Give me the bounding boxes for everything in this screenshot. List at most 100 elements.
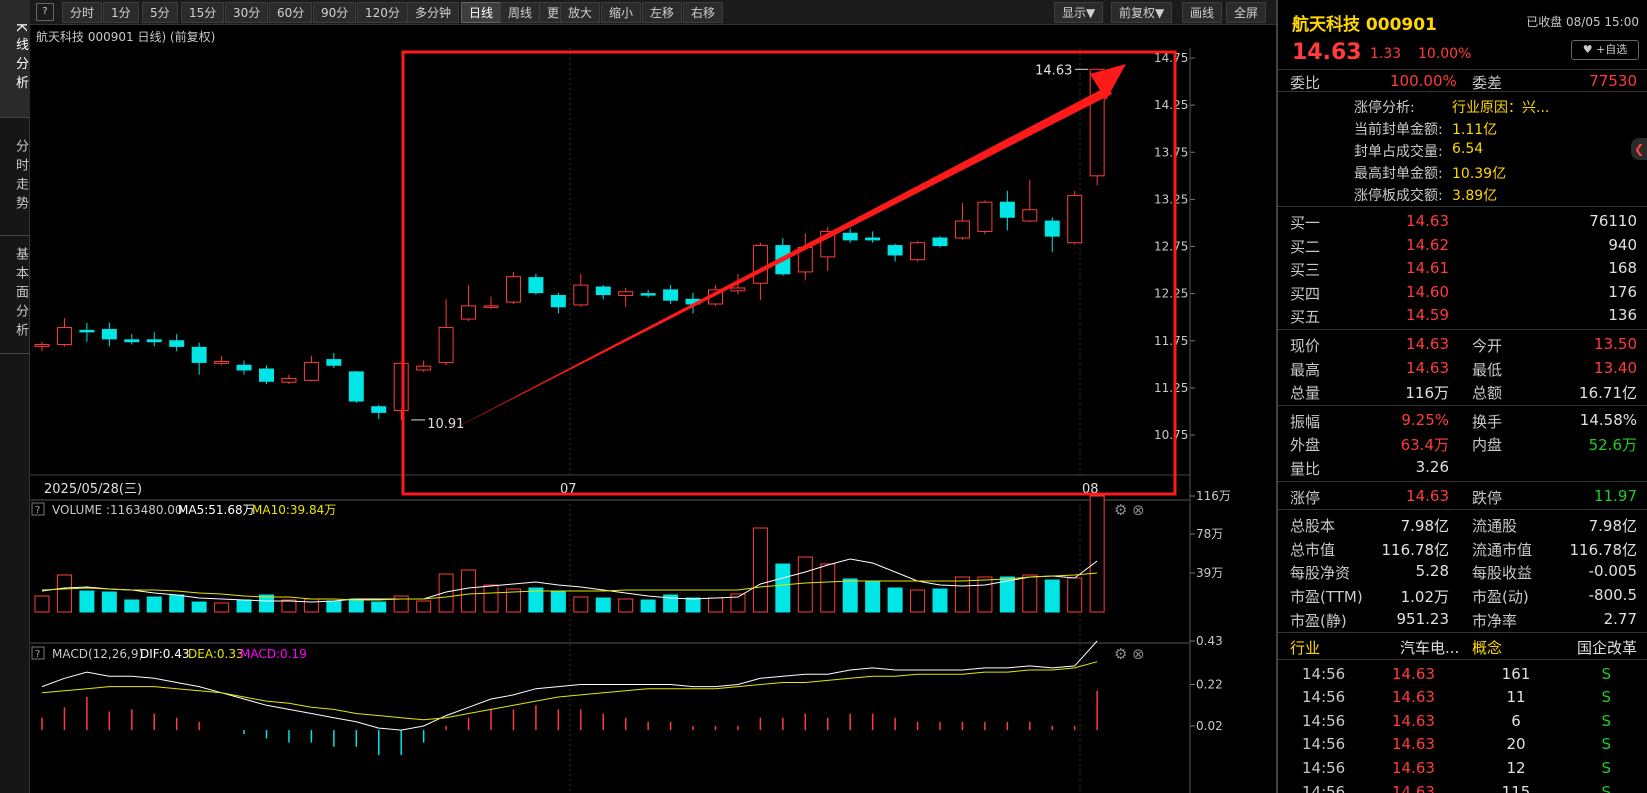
tick-list[interactable]: 14:56 14.63 161 S 14:56 14.63 11 S 14:56 14.63 6 S 1…: [1278, 660, 1647, 793]
volume-bar: [797, 556, 813, 613]
volume-settings-icon[interactable]: ⚙: [1114, 501, 1127, 519]
move-left-button[interactable]: 左移: [642, 2, 683, 23]
period-button-7[interactable]: 120分: [357, 2, 408, 23]
bid-price: 14.63: [1406, 212, 1449, 230]
volume-bar: [910, 589, 926, 613]
volume-help-glyph: ?: [35, 505, 40, 516]
adjust-dropdown[interactable]: 前复权▼: [1111, 2, 1173, 23]
price-tick-label: 13.75: [1154, 145, 1188, 159]
candle-body: [461, 305, 477, 320]
volume-bar: [977, 576, 993, 613]
volume-bar: [191, 601, 207, 613]
period-button-1[interactable]: 1分: [103, 2, 139, 23]
period-button-4[interactable]: 30分: [225, 2, 269, 23]
volume-bar: [1067, 577, 1083, 613]
volume-bar: [842, 578, 858, 613]
draw-line-button[interactable]: 画线: [1182, 2, 1223, 23]
volume-close-icon[interactable]: ⊗: [1132, 501, 1145, 519]
chart-area[interactable]: 航天科技 000901 日线) (前复权) 14.75 14.25 13.75 13.…: [30, 26, 1276, 793]
period-button-0[interactable]: 分时: [62, 2, 103, 23]
fundamental-value: 1.02万: [1400, 587, 1449, 606]
period-button-3[interactable]: 15分: [181, 2, 225, 23]
candle-body: [887, 245, 903, 256]
macd-title: MACD(12,26,9): [52, 647, 143, 661]
stat-value: 16.71亿: [1579, 384, 1637, 403]
fullscreen-button[interactable]: 全屏: [1226, 2, 1267, 23]
bid-label: 买一: [1290, 214, 1321, 232]
price-grid: [569, 48, 1081, 793]
volume-bar: [56, 574, 72, 613]
volume-bar: [550, 590, 566, 613]
volume-bar: [79, 590, 95, 613]
tab-intraday[interactable]: 分时走势: [0, 118, 30, 236]
period-button-10[interactable]: 周线: [500, 2, 541, 23]
bid-volume: 76110: [1589, 212, 1637, 230]
zoom-in-button[interactable]: 放大: [560, 2, 601, 23]
min-price-label: 10.91: [427, 417, 464, 432]
concept-label: 概念: [1472, 639, 1503, 658]
volume-bar: [371, 601, 387, 613]
candle-body: [191, 346, 207, 363]
zoom-out-button[interactable]: 缩小: [601, 2, 642, 23]
macd-dea: DEA:0.33: [188, 647, 244, 661]
collapse-arrow-icon[interactable]: ❮: [1631, 138, 1647, 160]
macd-axis: 0.43 0.22 0.02: [1190, 634, 1223, 733]
candle-body: [595, 286, 611, 296]
stat-row: 外盘 63.4万 内盘 52.6万: [1278, 431, 1647, 455]
volume-bar: [932, 588, 948, 613]
stat-value: 14.63: [1406, 358, 1449, 377]
tab-fundamentals[interactable]: 基本面分析: [0, 236, 30, 354]
candle-body: [326, 359, 342, 366]
macd-close-icon[interactable]: ⊗: [1132, 645, 1145, 663]
tick-row: 14:56 14.63 20 S: [1278, 732, 1647, 756]
bid-row[interactable]: 买三 14.61 168: [1278, 256, 1647, 280]
tick-side: S: [1601, 664, 1611, 683]
stat-label: 最低: [1472, 360, 1503, 379]
volume-tick-label: 39万: [1196, 566, 1223, 580]
bid-row[interactable]: 买五 14.59 136: [1278, 303, 1647, 327]
volume-bar: [214, 602, 230, 613]
start-date-label: 2025/05/28(三): [44, 482, 142, 497]
industry-value[interactable]: 汽车电...: [1400, 637, 1459, 658]
volume-bar: [640, 599, 656, 613]
period-button-6[interactable]: 90分: [313, 2, 357, 23]
trade-stats: 振幅 9.25% 换手 14.58% 外盘 63.4万 内盘 52.6万 量比 3.26: [1278, 406, 1647, 482]
tick-row: 14:56 14.63 6 S: [1278, 709, 1647, 733]
macd-settings-icon[interactable]: ⚙: [1114, 645, 1127, 663]
weibi-row: 委比 100.00% 委差 77530: [1278, 70, 1647, 92]
tick-time: 14:56: [1302, 664, 1346, 683]
concept-value[interactable]: 国企改革: [1577, 637, 1637, 658]
kline-header: 航天科技 000901 日线) (前复权): [36, 29, 215, 44]
bid-price: 14.59: [1406, 306, 1449, 325]
bid-price: 14.60: [1406, 282, 1449, 301]
bid-price: 14.61: [1406, 259, 1449, 278]
period-button-8[interactable]: 多分钟: [407, 2, 460, 23]
limit-analysis-label: 封单占成交量:: [1354, 144, 1443, 160]
bid-row[interactable]: 买一 14.63 76110: [1278, 209, 1647, 233]
kline-chart-svg[interactable]: 航天科技 000901 日线) (前复权) 14.7514.2513.7513.…: [30, 26, 1276, 793]
candle-body: [438, 327, 454, 363]
tab-kline-analysis[interactable]: K线分析: [0, 0, 30, 118]
price-tick-label: 10.75: [1154, 428, 1188, 442]
period-button-2[interactable]: 5分: [142, 2, 178, 23]
volume-bar: [461, 569, 477, 613]
stat-label: 外盘: [1290, 436, 1321, 455]
limit-analysis-label: 最高封单金额:: [1354, 166, 1443, 182]
bid-row[interactable]: 买四 14.60 176: [1278, 280, 1647, 304]
period-button-9[interactable]: 日线: [461, 2, 502, 23]
volume-bar: [236, 599, 252, 613]
volume-bar: [101, 591, 117, 613]
period-button-5[interactable]: 60分: [269, 2, 313, 23]
menu-icon[interactable]: ?: [36, 3, 54, 21]
bid-row[interactable]: 买二 14.62 940: [1278, 233, 1647, 257]
add-favorite-button[interactable]: ♥ +自选: [1571, 40, 1639, 60]
display-dropdown[interactable]: 显示▼: [1054, 2, 1104, 23]
limit-analysis-value: 1.11亿: [1452, 122, 1498, 138]
move-right-button[interactable]: 右移: [683, 2, 724, 23]
fundamental-row: 市盈(静) 951.23 市净率 2.77: [1278, 607, 1647, 631]
volume-bar: [618, 598, 634, 613]
volume-bar: [1089, 495, 1105, 613]
tick-price: 14.63: [1392, 711, 1435, 730]
volume-title: VOLUME: [52, 503, 102, 517]
macd-tick-label: 0.43: [1196, 634, 1223, 648]
